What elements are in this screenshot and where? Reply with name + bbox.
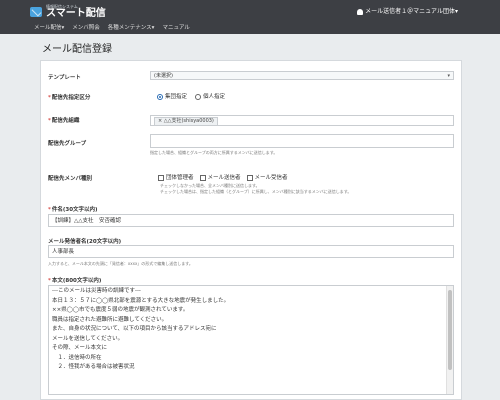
checkbox-admin[interactable]: 団体管理者 [158,173,194,181]
checkbox-icon [158,174,164,181]
target-org-multiselect[interactable]: × △△支社(shisya0003) [150,115,454,126]
member-type-help-2: チェックした場合は、指定した組織（とグループ）に所属し、メンバ種別に該当するメン… [160,189,352,194]
body-line: 職員は指定された避難所に避難してください。 [52,316,168,323]
template-label: テンプレート [48,75,81,81]
body-line: 本日１３：５７に◯◯県北部を震源とする大きな地震が発生しました。 [52,297,230,304]
body-scrollbar[interactable] [446,286,453,394]
app-logo[interactable]: 情報配信システム スマート配信 [30,3,106,21]
member-type-label: 配信先メンバ種別 [48,176,93,182]
nav-mail-delivery[interactable]: メール配信▾ [34,23,64,31]
user-menu-label: メール送信者１＠マニュアル団体▾ [365,8,458,15]
member-type-checkboxes: 団体管理者 メール送信者 メール受信者 [158,173,288,181]
sender-help: 入力すると、メール本文の先頭に「発信者：xxxx」の形式で編集し送信します。 [48,261,193,266]
body-line: ---このメールは災害時の訓練です--- [52,288,141,294]
chevron-down-icon: ▾ [447,73,450,79]
nav-member-lookup[interactable]: メンバ照会 [72,23,100,31]
checkbox-receiver[interactable]: メール受信者 [246,173,288,181]
main-nav: メール配信▾ メンバ照会 各種メンテナンス▾ マニュアル [0,22,500,34]
body-label: *本文(800文字以内) [48,278,102,284]
nav-manual[interactable]: マニュアル [162,23,189,31]
body-line: ××県◯◯市でも震度５弱の地震が観測されています。 [52,307,189,313]
sender-label: メール発信者名(20文字以内) [48,239,122,245]
envelope-icon [30,7,42,17]
body-line: １．送信時の所在 [52,354,102,361]
radio-selected-icon [157,93,163,100]
checkbox-sender[interactable]: メール送信者 [199,173,241,181]
radio-group-option[interactable]: 集団指定 [157,92,187,100]
checkbox-icon [199,174,206,181]
body-line: ２．怪我がある場合は被害状況 [52,364,135,370]
sender-input[interactable]: 人事部長 [48,245,454,258]
checkbox-icon [246,174,253,181]
body-line: また、自身の状況について、以下の項目から該当するアドレス宛に [52,326,217,332]
scrollbar-thumb[interactable] [448,290,452,370]
required-mark: * [48,278,51,284]
target-type-label: *配信先指定区分 [48,95,91,101]
page-title: メール配信登録 [42,44,112,55]
target-group-label: 配信先グループ [48,141,87,147]
nav-maintenance[interactable]: 各種メンテナンス▾ [108,23,155,31]
app-header: 情報配信システム スマート配信 メール送信者１＠マニュアル団体▾ [0,0,500,22]
required-mark: * [48,118,51,124]
body-textarea[interactable]: ---このメールは災害時の訓練です--- 本日１３：５７に◯◯県北部を震源とする… [48,285,454,395]
target-org-label: *配信先組織 [48,118,80,124]
template-select-value: (未選択) [154,73,173,79]
body-line: メールを送信してください。 [52,335,124,342]
target-group-help: 指定した場合、組織とグループの両方に所属するメンバに送信します。 [150,150,278,155]
subject-label: *件名(30文字以内) [48,207,98,213]
required-mark: * [48,95,51,101]
body-line: その際、メール本文に [52,345,108,351]
template-select[interactable]: (未選択) ▾ [150,71,454,80]
required-mark: * [48,207,51,213]
user-menu[interactable]: メール送信者１＠マニュアル団体▾ [357,6,458,15]
subject-input[interactable]: 【訓練】△△支社 安否確認 [48,214,454,227]
user-icon [357,8,364,15]
target-type-radio-group: 集団指定 個人指定 [157,92,225,100]
radio-individual-option[interactable]: 個人指定 [195,92,225,100]
logo-title: スマート配信 [46,8,106,19]
radio-unselected-icon [195,93,202,100]
org-tag[interactable]: × △△支社(shisya0003) [154,117,218,126]
target-group-input[interactable] [150,134,454,148]
